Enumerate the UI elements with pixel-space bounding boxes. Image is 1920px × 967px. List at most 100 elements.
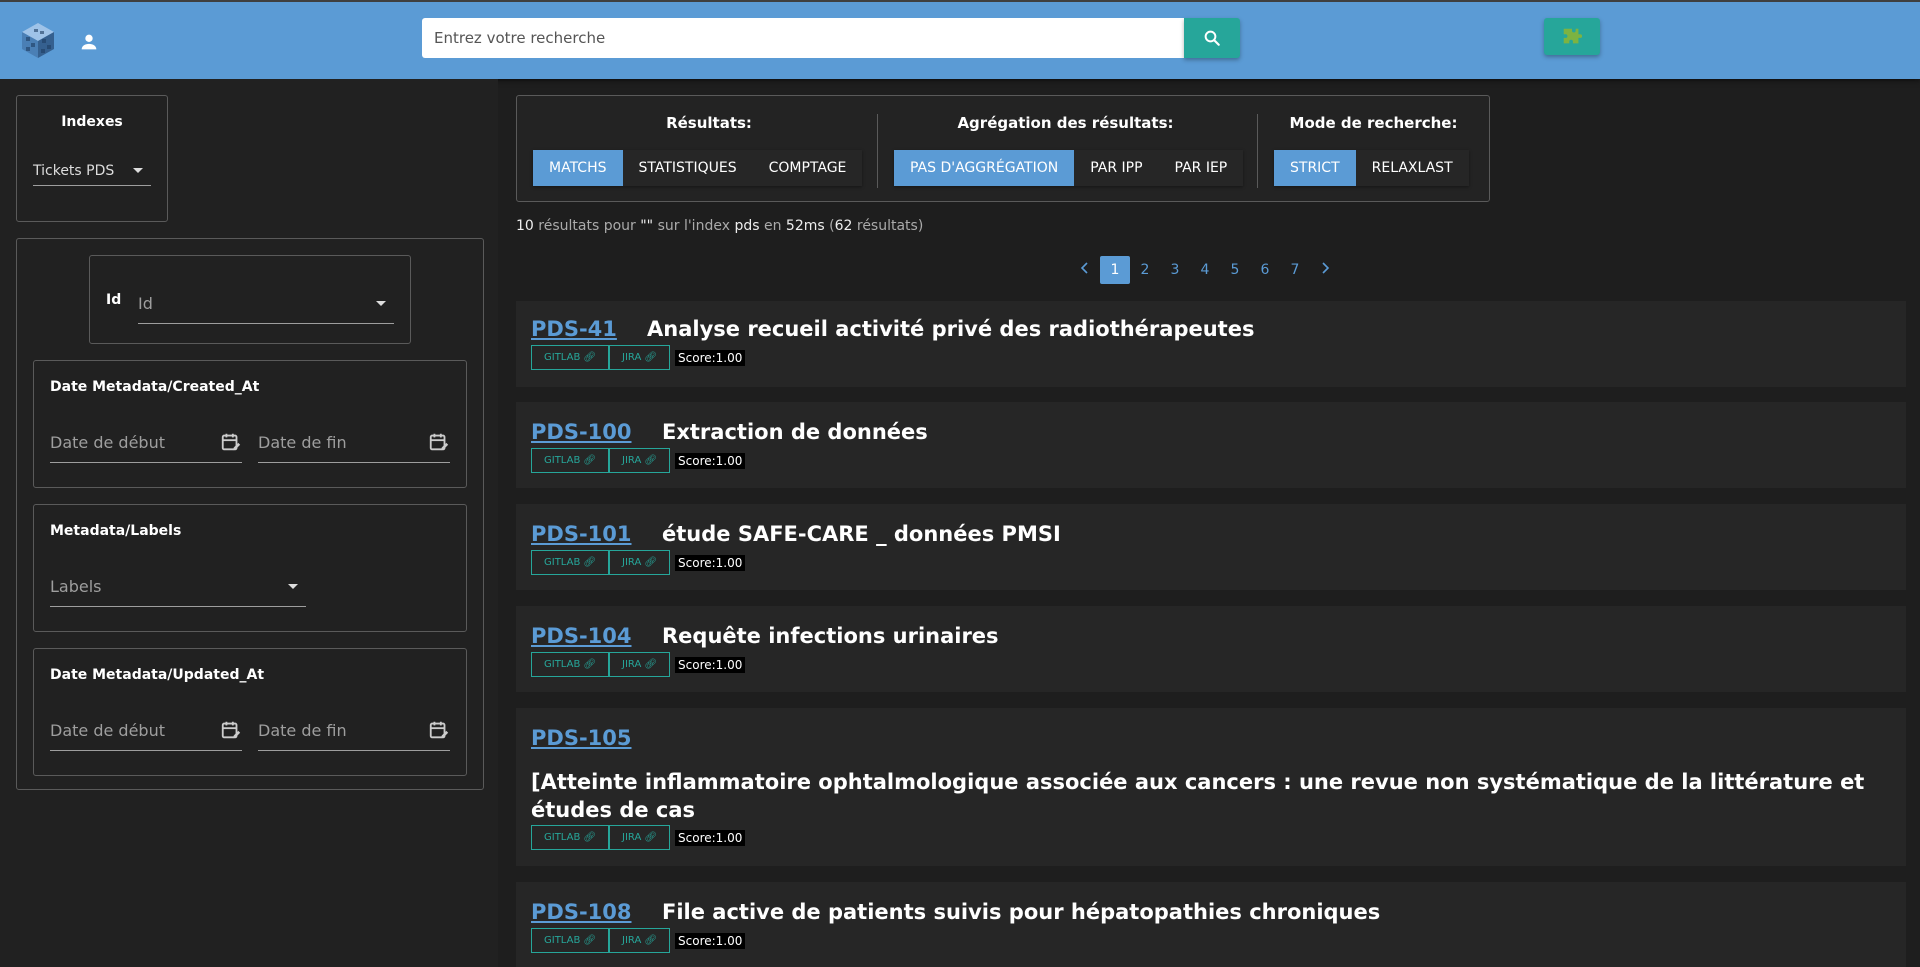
gitlab-label: GITLAB [544, 352, 581, 363]
result-card: PDS-108 File active de patients suivis p… [516, 882, 1906, 967]
jira-link-button[interactable]: JIRA 🔗︎ [609, 550, 671, 575]
id-filter-label: Id [106, 292, 122, 308]
updated-start-date-input[interactable]: Date de début [50, 711, 242, 751]
result-title: [Atteinte inflammatoire ophtalmologique … [531, 770, 1865, 822]
result-id-link[interactable]: PDS-100 [531, 420, 632, 444]
created-end-date-input[interactable]: Date de fin [258, 423, 450, 463]
result-title: Analyse recueil activité privé des radio… [647, 317, 1255, 341]
page-6-button[interactable]: 6 [1250, 256, 1280, 284]
page-4-button[interactable]: 4 [1190, 256, 1220, 284]
gitlab-link-button[interactable]: GITLAB 🔗︎ [531, 928, 610, 953]
chevron-down-icon [376, 301, 386, 306]
jira-link-button[interactable]: JIRA 🔗︎ [609, 652, 671, 677]
link-icon: 🔗︎ [583, 659, 597, 670]
summary-total: 62 [834, 218, 853, 234]
puzzle-icon [1563, 28, 1583, 43]
jira-label: JIRA [622, 935, 642, 946]
result-card: PDS-100 Extraction de données GITLAB 🔗︎ J… [516, 402, 1906, 488]
link-icon: 🔗︎ [644, 832, 658, 843]
summary-index: pds [734, 218, 760, 234]
aggregation-ipp-button[interactable]: PAR IPP [1074, 150, 1159, 186]
gitlab-link-button[interactable]: GITLAB 🔗︎ [531, 550, 610, 575]
filters-panel: Id Id Date Metadata/Created_At Date de d… [16, 238, 484, 790]
user-icon[interactable] [78, 31, 100, 53]
labels-title: Metadata/Labels [50, 523, 182, 539]
id-select[interactable]: Id [138, 284, 394, 324]
search-button[interactable] [1184, 18, 1240, 58]
score-badge: Score:1.00 [675, 452, 746, 469]
page-3-button[interactable]: 3 [1160, 256, 1190, 284]
app-logo-icon[interactable] [20, 21, 56, 59]
jira-label: JIRA [622, 832, 642, 843]
result-tags: GITLAB 🔗︎ JIRA 🔗︎ Score:1.00 [531, 652, 746, 677]
updated-end-date-input[interactable]: Date de fin [258, 711, 450, 751]
link-icon: 🔗︎ [644, 352, 658, 363]
result-card: PDS-101 étude SAFE-CARE _ données PMSI G… [516, 504, 1906, 590]
calendar-edit-icon[interactable] [428, 719, 450, 741]
result-card: PDS-105 [Atteinte inflammatoire ophtalmo… [516, 708, 1906, 866]
gitlab-link-button[interactable]: GITLAB 🔗︎ [531, 825, 610, 850]
result-card: PDS-104 Requête infections urinaires GIT… [516, 606, 1906, 692]
page-1-button[interactable]: 1 [1100, 256, 1130, 284]
created-start-date-input[interactable]: Date de début [50, 423, 242, 463]
search-mode-relaxlast-button[interactable]: RELAXLAST [1355, 150, 1469, 186]
results-mode-title: Résultats: [666, 114, 752, 132]
jira-link-button[interactable]: JIRA 🔗︎ [609, 825, 671, 850]
next-page-icon[interactable] [1310, 256, 1340, 284]
page-2-button[interactable]: 2 [1130, 256, 1160, 284]
jira-link-button[interactable]: JIRA 🔗︎ [609, 448, 671, 473]
summary-text: ( [824, 218, 835, 234]
aggregation-iep-button[interactable]: PAR IEP [1158, 150, 1244, 186]
result-id-link[interactable]: PDS-104 [531, 624, 632, 648]
result-tags: GITLAB 🔗︎ JIRA 🔗︎ Score:1.00 [531, 825, 746, 850]
jira-link-button[interactable]: JIRA 🔗︎ [609, 345, 671, 370]
calendar-edit-icon[interactable] [428, 431, 450, 453]
index-select-value: Tickets PDS [33, 162, 115, 179]
link-icon: 🔗︎ [583, 455, 597, 466]
index-select[interactable]: Tickets PDS [33, 156, 151, 186]
result-id-link[interactable]: PDS-105 [531, 726, 632, 750]
result-id-link[interactable]: PDS-41 [531, 317, 617, 341]
gitlab-label: GITLAB [544, 659, 581, 670]
previous-page-icon[interactable] [1070, 256, 1100, 284]
page-7-button[interactable]: 7 [1280, 256, 1310, 284]
result-tags: GITLAB 🔗︎ JIRA 🔗︎ Score:1.00 [531, 550, 746, 575]
search-icon [1204, 30, 1220, 46]
id-select-placeholder: Id [138, 294, 153, 313]
results-mode-group: MATCHS STATISTIQUES COMPTAGE [533, 150, 863, 186]
result-id-link[interactable]: PDS-108 [531, 900, 632, 924]
link-icon: 🔗︎ [583, 352, 597, 363]
result-id-link[interactable]: PDS-101 [531, 522, 632, 546]
score-badge: Score:1.00 [675, 554, 746, 571]
link-icon: 🔗︎ [644, 455, 658, 466]
plugin-button[interactable] [1544, 18, 1600, 55]
gitlab-label: GITLAB [544, 455, 581, 466]
result-card: PDS-41 Analyse recueil activité privé de… [516, 301, 1906, 387]
result-title: File active de patients suivis pour hépa… [662, 900, 1381, 924]
score-badge: Score:1.00 [675, 349, 746, 366]
labels-select[interactable]: Labels [50, 567, 306, 607]
aggregation-group: PAS D'AGGRÉGATION PAR IPP PAR IEP [894, 150, 1244, 186]
jira-link-button[interactable]: JIRA 🔗︎ [609, 928, 671, 953]
search-mode-strict-button[interactable]: STRICT [1274, 150, 1356, 186]
search-input[interactable] [422, 18, 1185, 58]
gitlab-link-button[interactable]: GITLAB 🔗︎ [531, 345, 610, 370]
mode-statistiques-button[interactable]: STATISTIQUES [622, 150, 753, 186]
gitlab-link-button[interactable]: GITLAB 🔗︎ [531, 448, 610, 473]
mode-comptage-button[interactable]: COMPTAGE [752, 150, 863, 186]
summary-text: en [759, 218, 786, 234]
link-icon: 🔗︎ [644, 935, 658, 946]
calendar-edit-icon[interactable] [220, 431, 242, 453]
link-icon: 🔗︎ [644, 659, 658, 670]
calendar-edit-icon[interactable] [220, 719, 242, 741]
gitlab-link-button[interactable]: GITLAB 🔗︎ [531, 652, 610, 677]
updated-at-panel: Date Metadata/Updated_At Date de début D… [33, 648, 467, 776]
page-5-button[interactable]: 5 [1220, 256, 1250, 284]
aggregation-none-button[interactable]: PAS D'AGGRÉGATION [894, 150, 1075, 186]
created-at-title: Date Metadata/Created_At [50, 379, 260, 395]
gitlab-label: GITLAB [544, 557, 581, 568]
gitlab-label: GITLAB [544, 832, 581, 843]
summary-text: résultats pour [533, 218, 641, 234]
link-icon: 🔗︎ [583, 832, 597, 843]
mode-matchs-button[interactable]: MATCHS [533, 150, 623, 186]
